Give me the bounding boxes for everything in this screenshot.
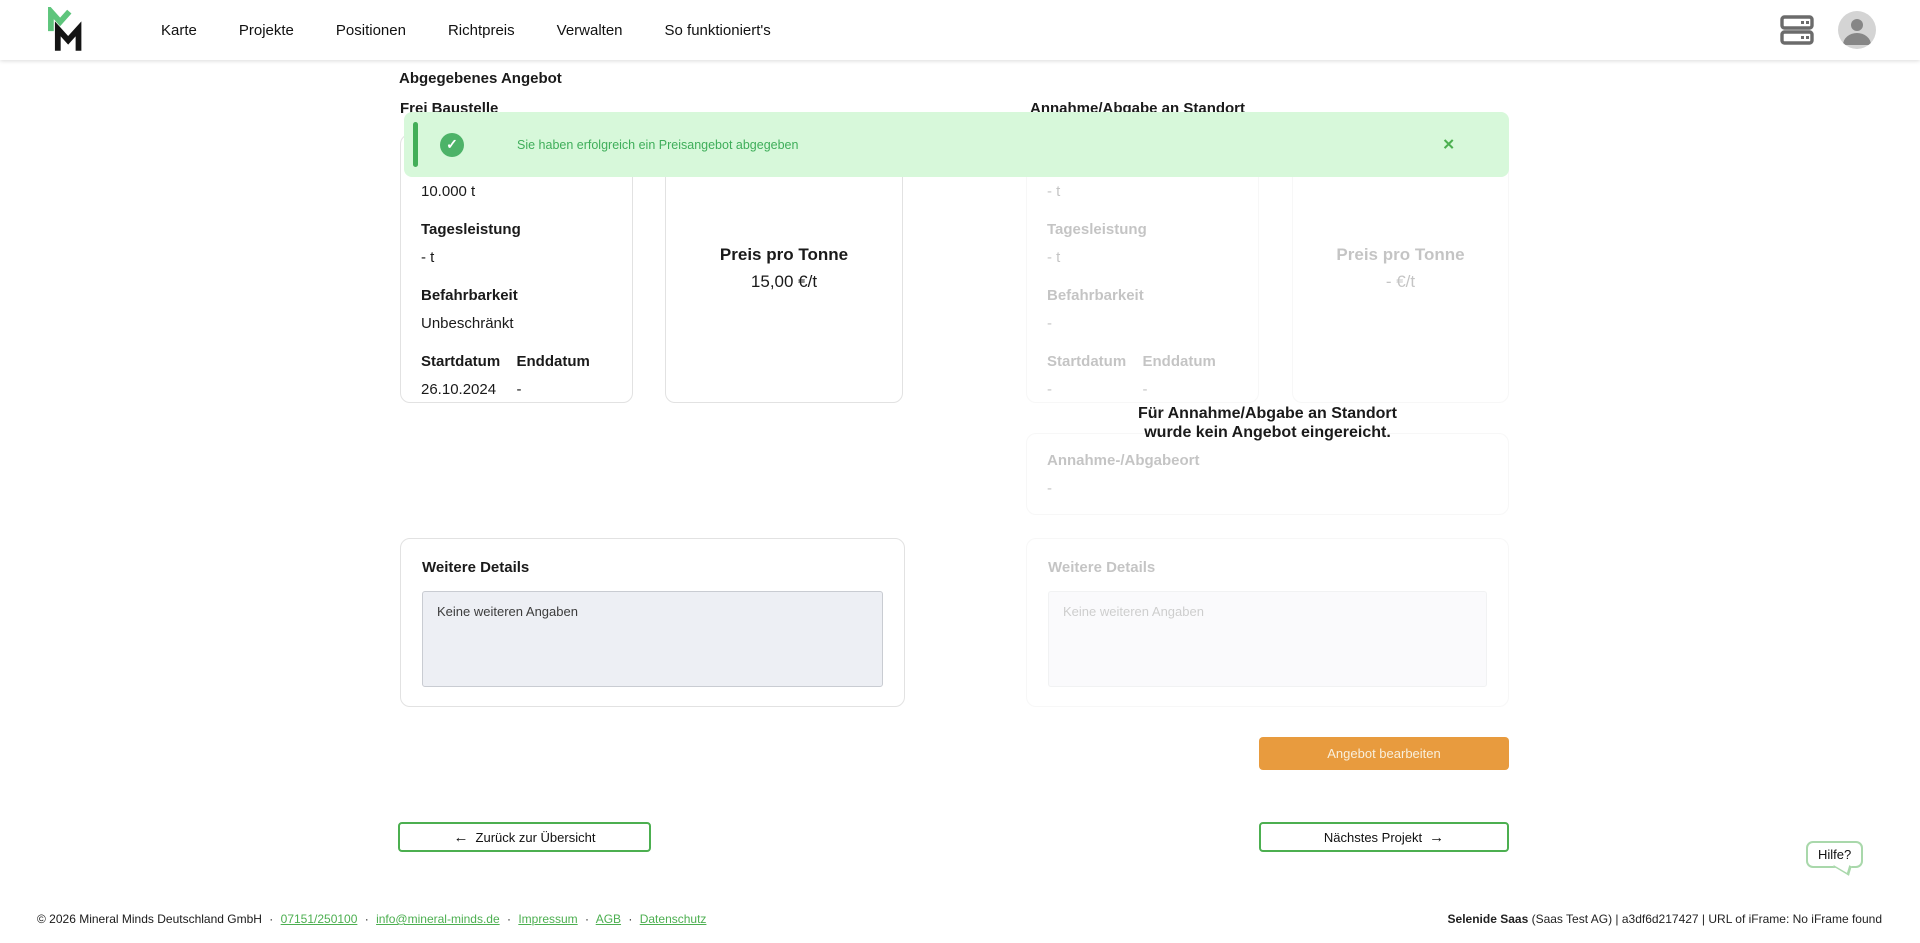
right-tagesleistung-value: - t [1047, 247, 1238, 269]
back-to-overview-button[interactable]: ← Zurück zur Übersicht [398, 822, 651, 852]
next-arrow-icon: → [1429, 830, 1444, 845]
location-card: Annahme-/Abgabeort - [1026, 433, 1509, 515]
nav-item-richtpreis[interactable]: Richtpreis [427, 22, 536, 39]
tagesleistung-value: - t [421, 247, 612, 269]
footer-app-name: Selenide Saas [1448, 912, 1529, 926]
footer: © 2026 Mineral Minds Deutschland GmbH · … [0, 912, 1920, 932]
right-startdatum-value: - [1047, 379, 1143, 401]
header-right-icons [1780, 0, 1876, 60]
next-project-button[interactable]: Nächstes Projekt → [1259, 822, 1509, 852]
help-bubble[interactable]: Hilfe? [1806, 841, 1863, 868]
right-enddatum-label: Enddatum [1143, 351, 1239, 373]
tagesleistung-field: Tagesleistung - t [421, 219, 612, 269]
nav-item-projekte[interactable]: Projekte [218, 22, 315, 39]
no-offer-message: Für Annahme/Abgabe an Standort wurde kei… [1026, 404, 1509, 442]
toast-close-icon[interactable]: ✕ [1442, 137, 1455, 152]
right-startdatum-label: Startdatum [1047, 351, 1143, 373]
right-menge-value: - t [1047, 181, 1238, 203]
server-stack-icon[interactable] [1780, 15, 1816, 45]
startdatum-label: Startdatum [421, 351, 517, 373]
footer-datenschutz-link[interactable]: Datenschutz [640, 912, 707, 926]
page-title: Abgegebenes Angebot [399, 70, 562, 87]
footer-left: © 2026 Mineral Minds Deutschland GmbH · … [37, 912, 706, 926]
right-price-label: Preis pro Tonne [1336, 243, 1464, 267]
more-details-card: Weitere Details Keine weiteren Angaben [400, 538, 905, 707]
nav-item-verwalten[interactable]: Verwalten [536, 22, 644, 39]
toast-accent-bar [413, 122, 418, 167]
location-value: - [1047, 478, 1488, 500]
next-project-label: Nächstes Projekt [1324, 830, 1422, 845]
right-tagesleistung-label: Tagesleistung [1047, 219, 1238, 241]
enddatum-value: - [517, 379, 613, 401]
copyright-text: © 2026 Mineral Minds Deutschland GmbH [37, 912, 262, 926]
befahrbarkeit-field: Befahrbarkeit Unbeschränkt [421, 285, 612, 335]
footer-right: Selenide Saas (Saas Test AG) | a3df6d217… [1448, 912, 1882, 926]
user-avatar-icon[interactable] [1838, 11, 1876, 49]
back-arrow-icon: ← [454, 830, 469, 845]
right-befahrbarkeit-label: Befahrbarkeit [1047, 285, 1238, 307]
startdatum-value: 26.10.2024 [421, 379, 517, 401]
tagesleistung-label: Tagesleistung [421, 219, 612, 241]
nav-item-karte[interactable]: Karte [140, 22, 218, 39]
mineral-minds-logo-icon[interactable] [44, 7, 90, 53]
enddatum-label: Enddatum [517, 351, 613, 373]
right-more-details-card: Weitere Details Keine weiteren Angaben [1026, 538, 1509, 707]
nav-item-so-funktionierts[interactable]: So funktioniert's [644, 22, 792, 39]
app-header: Karte Projekte Positionen Richtpreis Ver… [0, 0, 1920, 60]
more-details-textarea[interactable]: Keine weiteren Angaben [422, 591, 883, 687]
right-befahrbarkeit-value: - [1047, 313, 1238, 335]
befahrbarkeit-label: Befahrbarkeit [421, 285, 612, 307]
footer-email-link[interactable]: info@mineral-minds.de [376, 912, 500, 926]
dates-field: Startdatum 26.10.2024 Enddatum - [421, 351, 612, 401]
edit-offer-button-label: Angebot bearbeiten [1327, 746, 1440, 761]
footer-impressum-link[interactable]: Impressum [518, 912, 577, 926]
more-details-heading: Weitere Details [422, 557, 883, 579]
success-check-icon: ✓ [440, 133, 464, 157]
footer-agb-link[interactable]: AGB [596, 912, 621, 926]
footer-env-info: (Saas Test AG) | a3df6d217427 | URL of i… [1528, 912, 1882, 926]
price-value: 15,00 €/t [751, 270, 817, 294]
befahrbarkeit-value: Unbeschränkt [421, 313, 612, 335]
back-to-overview-label: Zurück zur Übersicht [476, 830, 596, 845]
right-more-details-heading: Weitere Details [1048, 557, 1487, 579]
no-offer-message-line2: wurde kein Angebot eingereicht. [1026, 423, 1509, 442]
help-label: Hilfe? [1818, 847, 1851, 862]
success-toast: ✓ Sie haben erfolgreich ein Preisangebot… [404, 112, 1509, 177]
nav-item-positionen[interactable]: Positionen [315, 22, 427, 39]
location-label: Annahme-/Abgabeort [1047, 450, 1488, 472]
edit-offer-button[interactable]: Angebot bearbeiten [1259, 737, 1509, 770]
right-enddatum-value: - [1143, 379, 1239, 401]
menge-value: 10.000 t [421, 181, 612, 203]
right-more-details-textarea: Keine weiteren Angaben [1048, 591, 1487, 687]
right-price-value: - €/t [1386, 270, 1415, 294]
price-label: Preis pro Tonne [720, 243, 848, 267]
no-offer-message-line1: Für Annahme/Abgabe an Standort [1026, 404, 1509, 423]
main-nav: Karte Projekte Positionen Richtpreis Ver… [140, 22, 792, 39]
toast-message: Sie haben erfolgreich ein Preisangebot a… [517, 138, 798, 152]
footer-phone-link[interactable]: 07151/250100 [281, 912, 358, 926]
